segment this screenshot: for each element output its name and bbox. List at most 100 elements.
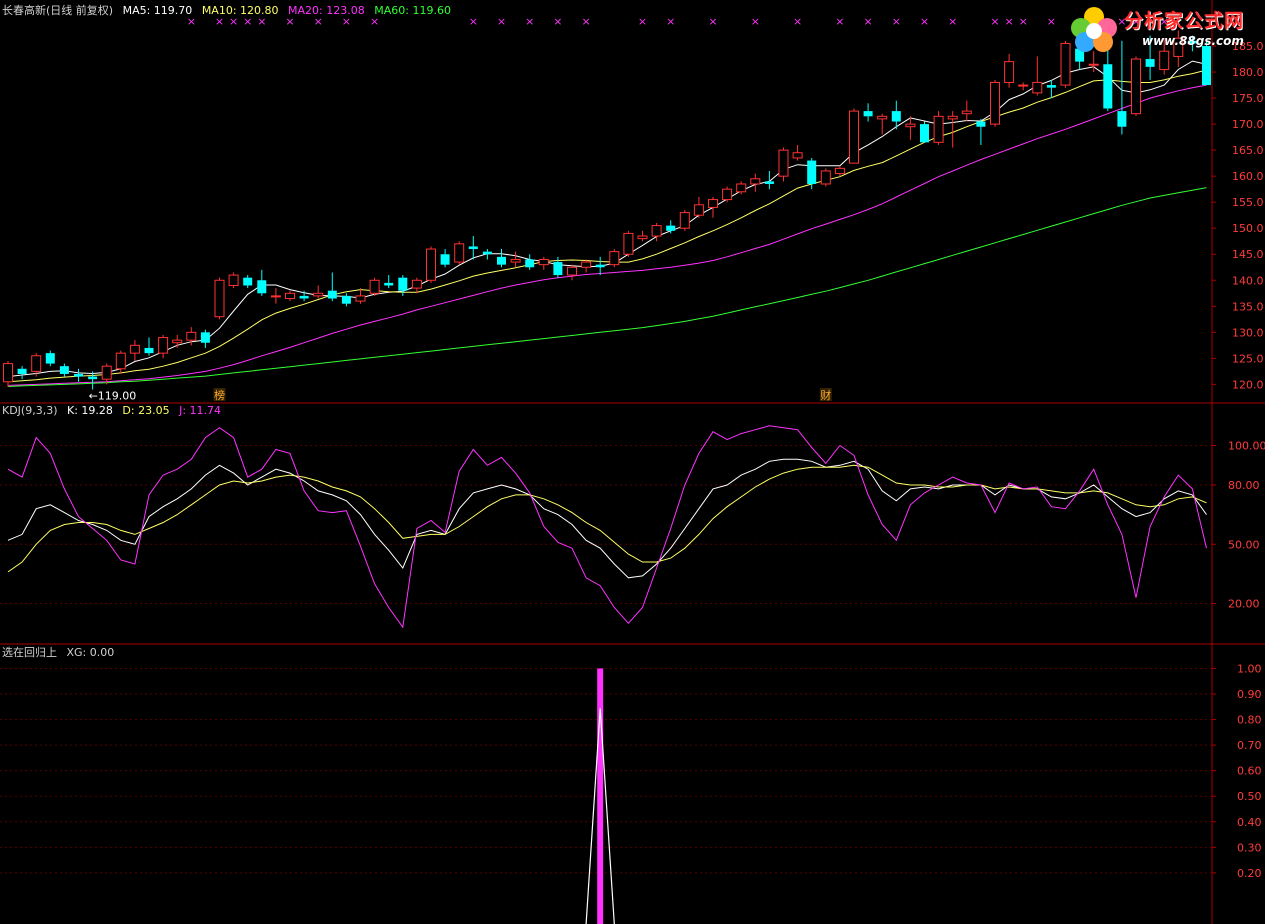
signal-mark: × — [469, 15, 478, 28]
candle-body — [679, 212, 690, 229]
candle-body — [567, 266, 577, 276]
signal-mark: × — [1019, 15, 1028, 28]
stock-title: 长春高新(日线 前复权) — [2, 4, 114, 17]
candle-body — [497, 256, 506, 265]
candle-body — [313, 292, 324, 297]
candle-body — [144, 347, 154, 354]
price-tick-label: 180.0 — [1232, 66, 1264, 79]
price-tick-label: 145.0 — [1232, 248, 1264, 261]
candle-body — [849, 110, 859, 164]
logo-url: www.88gs.com — [1142, 34, 1244, 48]
candle-body — [581, 261, 592, 268]
candle-body — [3, 363, 13, 383]
price-tick-label: 175.0 — [1232, 92, 1264, 105]
candle-body — [1117, 111, 1127, 127]
signal-mark: × — [793, 15, 802, 28]
kdj-name: KDJ(9,3,3) — [2, 404, 58, 417]
candle-body — [1032, 81, 1043, 94]
xg-legend: 选在回归上 XG: 0.00 — [2, 645, 120, 661]
price-tick-label: 155.0 — [1232, 196, 1264, 209]
price-tick-label: 160.0 — [1232, 170, 1264, 183]
signal-mark: × — [708, 15, 717, 28]
candle-body — [17, 368, 27, 374]
candle-body — [778, 149, 789, 177]
candle-body — [877, 115, 888, 120]
ma60-legend: MA60: 119.60 — [374, 4, 451, 17]
signal-mark: × — [990, 15, 999, 28]
candle-body — [243, 277, 253, 286]
candle-body — [454, 243, 465, 263]
xg-tick-label: 0.40 — [1237, 816, 1262, 829]
kdj-legend: KDJ(9,3,3) K: 19.28 D: 23.05 J: 11.74 — [2, 403, 227, 419]
candle-body — [1046, 85, 1056, 88]
signal-mark: × — [497, 15, 506, 28]
candle-body — [1004, 61, 1015, 83]
signal-mark: × — [1004, 15, 1013, 28]
candle-body — [990, 81, 1000, 125]
xg-tick-label: 0.70 — [1237, 739, 1262, 752]
annotation-marker: 榜 — [214, 388, 225, 402]
signal-mark: × — [553, 15, 562, 28]
candle-body — [651, 225, 662, 237]
candle-body — [722, 188, 733, 201]
xg-tick-label: 0.90 — [1237, 688, 1262, 701]
candle-body — [750, 178, 761, 185]
candle-body — [384, 282, 394, 286]
candle-body — [186, 331, 197, 341]
candle-body — [891, 111, 901, 122]
candle-body — [595, 264, 605, 268]
candle-body — [270, 295, 281, 298]
signal-mark: × — [666, 15, 675, 28]
xg-name: 选在回归上 — [2, 646, 57, 659]
candle-body — [88, 376, 98, 380]
candle-body — [355, 295, 366, 302]
candle-body — [834, 167, 845, 175]
xg-tick-label: 1.00 — [1237, 662, 1262, 675]
price-tick-label: 170.0 — [1232, 118, 1264, 131]
price-tick-label: 125.0 — [1232, 352, 1264, 365]
candle-body — [623, 232, 634, 255]
kdj-j: J: 11.74 — [179, 404, 222, 417]
candle-body — [200, 332, 210, 343]
price-tick-label: 140.0 — [1232, 274, 1264, 287]
candle-body — [327, 290, 337, 299]
candle-body — [59, 366, 69, 374]
candle-body — [257, 280, 267, 294]
candle-body — [764, 181, 774, 184]
price-legend: 长春高新(日线 前复权) MA5: 119.70 MA10: 120.80 MA… — [2, 3, 457, 19]
signal-mark: × — [920, 15, 929, 28]
kdj-line-j — [7, 425, 1207, 629]
candle-body — [863, 111, 873, 117]
candle-body — [920, 124, 929, 143]
site-logo[interactable]: 分析家公式网 www.88gs.com — [1064, 4, 1259, 56]
candle-body — [820, 170, 831, 185]
kdj-tick-label: 100.00 — [1228, 440, 1265, 453]
candle-body — [228, 274, 239, 286]
signal-mark: × — [581, 15, 590, 28]
ma-line-ma5 — [7, 60, 1207, 378]
candle-body — [31, 355, 42, 372]
signal-mark: × — [525, 15, 534, 28]
candle-body — [637, 235, 648, 240]
signal-mark: × — [948, 15, 957, 28]
candle-body — [1131, 58, 1141, 115]
candle-body — [1088, 63, 1099, 66]
candle-body — [285, 292, 295, 299]
kdj-line-k — [7, 458, 1207, 579]
price-tick-label: 150.0 — [1232, 222, 1264, 235]
candle-body — [538, 258, 549, 266]
signal-mark: × — [835, 15, 844, 28]
ma-line-ma60 — [7, 187, 1207, 387]
candle-body — [129, 344, 140, 354]
candle-body — [1103, 64, 1113, 109]
candle-body — [101, 365, 112, 380]
candle-body — [214, 279, 225, 318]
candle-body — [1145, 59, 1155, 67]
candle-body — [426, 248, 436, 281]
candle-body — [440, 254, 450, 265]
candle-body — [468, 246, 478, 250]
candle-body — [525, 259, 535, 268]
flower-logo-icon — [1071, 7, 1117, 52]
signal-mark: × — [1047, 15, 1056, 28]
candle-body — [708, 199, 718, 208]
